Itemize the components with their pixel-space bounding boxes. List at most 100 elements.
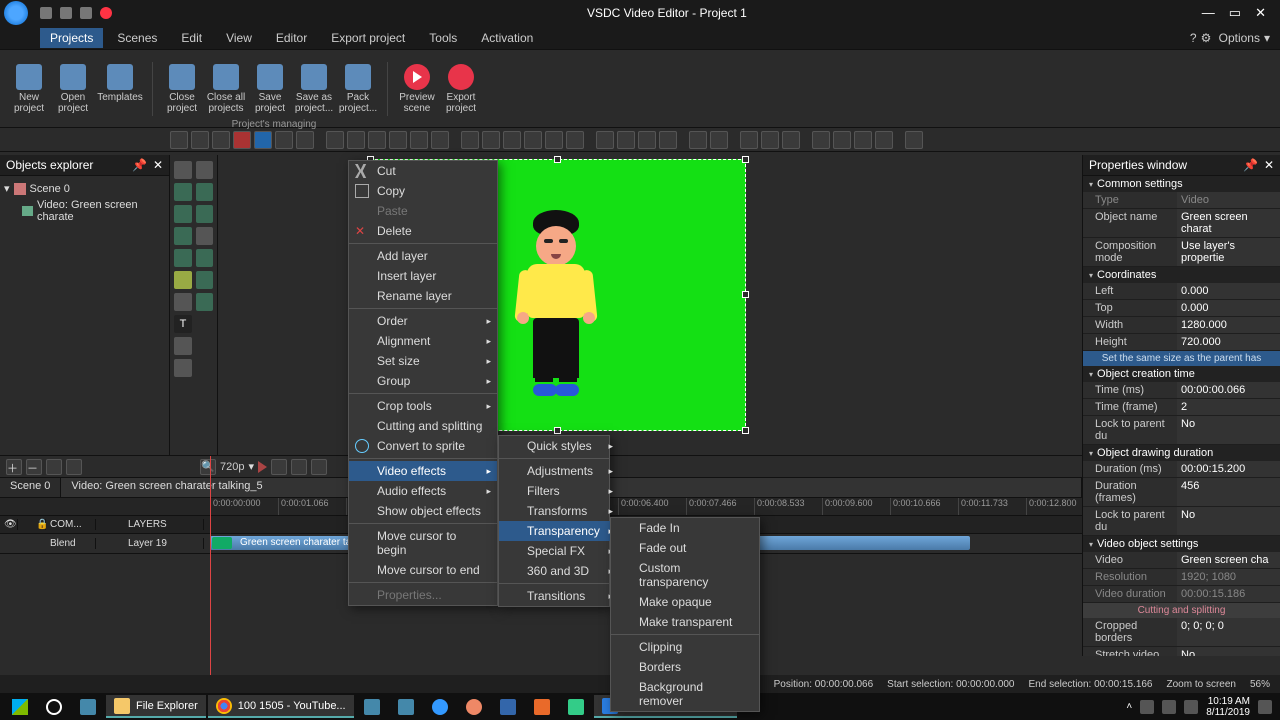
new-project-button[interactable]: Newproject: [8, 62, 50, 116]
start-button[interactable]: [4, 695, 36, 718]
menu-item-move-cursor-to-end[interactable]: Move cursor to end: [349, 560, 497, 580]
et-settings-icon[interactable]: [905, 131, 923, 149]
et-snap3[interactable]: [782, 131, 800, 149]
et-align1[interactable]: [326, 131, 344, 149]
et-order2[interactable]: [617, 131, 635, 149]
prop-row[interactable]: Stretch videoNo: [1083, 647, 1280, 656]
prop-action[interactable]: Cutting and splitting: [1083, 603, 1280, 618]
et-snap2[interactable]: [761, 131, 779, 149]
lock-icon[interactable]: 🔒: [32, 519, 46, 530]
prop-row[interactable]: Top0.000: [1083, 300, 1280, 317]
et-align2[interactable]: [347, 131, 365, 149]
menu-item-cut[interactable]: Cut: [349, 161, 497, 181]
status-zoom[interactable]: 56%: [1250, 679, 1270, 690]
taskbar-app7[interactable]: [560, 695, 592, 718]
tool-arrow-icon[interactable]: [196, 161, 214, 179]
prop-section[interactable]: Object creation time: [1083, 366, 1280, 382]
templates-button[interactable]: Templates: [96, 62, 144, 116]
notification-icon[interactable]: [1258, 700, 1272, 714]
prop-row[interactable]: Object nameGreen screen charat: [1083, 209, 1280, 238]
menu-item-fade-out[interactable]: Fade out: [611, 538, 759, 558]
prop-row[interactable]: Duration (ms)00:00:15.200: [1083, 461, 1280, 478]
menu-view[interactable]: View: [216, 28, 262, 48]
chevron-down-icon[interactable]: ▾: [248, 460, 254, 473]
close-all-button[interactable]: Close allprojects: [205, 62, 247, 116]
open-project-button[interactable]: Openproject: [52, 62, 94, 116]
save-project-button[interactable]: Saveproject: [249, 62, 291, 116]
et-dist1[interactable]: [461, 131, 479, 149]
pack-project-button[interactable]: Packproject...: [337, 62, 379, 116]
prop-row[interactable]: Time (ms)00:00:00.066: [1083, 382, 1280, 399]
timeline-opt1[interactable]: [66, 459, 82, 475]
tool-chart-icon[interactable]: [174, 161, 192, 179]
menu-item-adjustments[interactable]: Adjustments: [499, 461, 619, 481]
resolution-label[interactable]: 720p: [220, 461, 244, 473]
resize-handle[interactable]: [554, 156, 561, 163]
menu-item-transforms[interactable]: Transforms: [499, 501, 619, 521]
menu-item-delete[interactable]: ✕Delete: [349, 221, 497, 241]
menu-item-make-transparent[interactable]: Make transparent: [611, 612, 759, 632]
taskbar-app5[interactable]: [492, 695, 524, 718]
prop-row[interactable]: Left0.000: [1083, 283, 1280, 300]
et-dist2[interactable]: [482, 131, 500, 149]
qa-open-icon[interactable]: [60, 7, 72, 19]
qa-save-icon[interactable]: [80, 7, 92, 19]
prop-row[interactable]: TypeVideo: [1083, 192, 1280, 209]
et-align3[interactable]: [368, 131, 386, 149]
prop-row[interactable]: Height720.000: [1083, 334, 1280, 351]
et-align6[interactable]: [431, 131, 449, 149]
menu-item-filters[interactable]: Filters: [499, 481, 619, 501]
prop-row[interactable]: Composition modeUse layer's propertie: [1083, 238, 1280, 267]
app-logo[interactable]: [4, 1, 28, 25]
menu-item-background-remover[interactable]: Background remover: [611, 677, 759, 711]
taskbar-app3[interactable]: [424, 695, 456, 718]
menu-item-order[interactable]: Order: [349, 311, 497, 331]
et-order3[interactable]: [638, 131, 656, 149]
et-paste-icon[interactable]: [212, 131, 230, 149]
et-delete-icon[interactable]: [233, 131, 251, 149]
menu-tools[interactable]: Tools: [419, 28, 467, 48]
menu-item-clipping[interactable]: Clipping: [611, 637, 759, 657]
panel-close-icon[interactable]: ✕: [153, 158, 163, 172]
menu-item-insert-layer[interactable]: Insert layer: [349, 266, 497, 286]
panel-close-icon[interactable]: ✕: [1264, 158, 1274, 172]
menu-item-add-layer[interactable]: Add layer: [349, 246, 497, 266]
menu-item-transparency[interactable]: Transparency: [499, 521, 619, 541]
tool-video-icon[interactable]: [196, 183, 214, 201]
prop-section[interactable]: Common settings: [1083, 176, 1280, 192]
tool-pattern-icon[interactable]: [174, 271, 192, 289]
export-project-button[interactable]: Exportproject: [440, 62, 482, 116]
menu-item-custom-transparency[interactable]: Custom transparency: [611, 558, 759, 592]
menu-item-transitions[interactable]: Transitions: [499, 586, 619, 606]
taskbar-app4[interactable]: [458, 695, 490, 718]
menu-editor[interactable]: Editor: [266, 28, 317, 48]
tool-counter-icon[interactable]: [174, 359, 192, 377]
menu-item-quick-styles[interactable]: Quick styles: [499, 436, 619, 456]
tool-tooltip-icon[interactable]: [174, 337, 192, 355]
menu-item-360-and-3d[interactable]: 360 and 3D: [499, 561, 619, 581]
prop-row[interactable]: Cropped borders0; 0; 0; 0: [1083, 618, 1280, 647]
et-grid4[interactable]: [875, 131, 893, 149]
timeline-prev[interactable]: [271, 459, 287, 475]
menu-item-copy[interactable]: Copy: [349, 181, 497, 201]
et-grid1[interactable]: [812, 131, 830, 149]
tool-spline-icon[interactable]: [196, 293, 214, 311]
prop-section[interactable]: Object drawing duration: [1083, 445, 1280, 461]
menu-item-convert-to-sprite[interactable]: Convert to sprite: [349, 436, 497, 456]
menu-item-move-cursor-to-begin[interactable]: Move cursor to begin: [349, 526, 497, 560]
et-order4[interactable]: [659, 131, 677, 149]
tool-shape-icon[interactable]: [196, 271, 214, 289]
timeline-zoom-out[interactable]: 🔍: [200, 459, 216, 475]
prop-section[interactable]: Coordinates: [1083, 267, 1280, 283]
taskbar-chrome[interactable]: 100 1505 - YouTube...: [208, 695, 354, 718]
system-clock[interactable]: 10:19 AM8/11/2019: [1206, 696, 1250, 718]
tree-scene-node[interactable]: ▾ Scene 0: [4, 180, 165, 197]
et-align4[interactable]: [389, 131, 407, 149]
menu-item-rename-layer[interactable]: Rename layer: [349, 286, 497, 306]
restore-button[interactable]: ▭: [1229, 5, 1241, 21]
menu-projects[interactable]: Projects: [40, 28, 103, 48]
menu-export-project[interactable]: Export project: [321, 28, 415, 48]
et-redo-icon[interactable]: [296, 131, 314, 149]
et-group[interactable]: [689, 131, 707, 149]
tool-ellipse-icon[interactable]: [196, 249, 214, 267]
